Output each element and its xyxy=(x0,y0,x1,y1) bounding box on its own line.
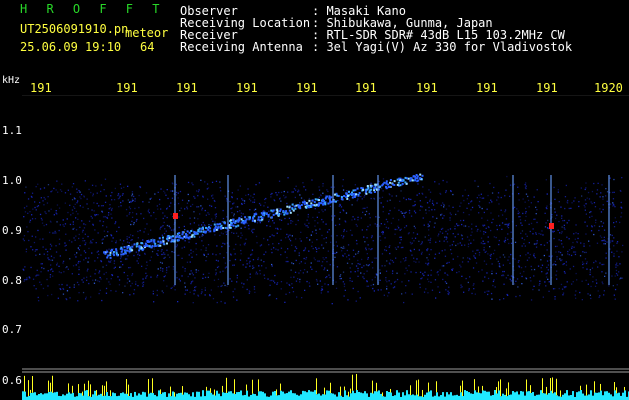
y-tick-label: 1.1 xyxy=(2,124,22,137)
x-tick-label: 191 xyxy=(355,81,377,95)
label-antenna: Receiving Antenna xyxy=(180,40,303,54)
y-tick-label: 1.0 xyxy=(2,174,22,187)
x-tick-label: 191 xyxy=(236,81,258,95)
x-tick-label: 191 xyxy=(296,81,318,95)
x-tick-label: 191 xyxy=(416,81,438,95)
x-tick-label: 191 xyxy=(536,81,558,95)
y-tick-label: 0.7 xyxy=(2,323,22,336)
meteor-echoes xyxy=(173,175,610,285)
x-tick-label: 191 xyxy=(476,81,498,95)
signal-histogram xyxy=(22,371,629,400)
x-tick-label: 191 xyxy=(176,81,198,95)
value-antenna: : 3el Yagi(V) Az 330 for Vladivostok xyxy=(312,40,573,54)
meteor-count: 64 xyxy=(140,40,155,54)
y-tick-label: 0.8 xyxy=(2,274,22,287)
file-name: UT2506091910.pn xyxy=(20,22,129,36)
spectrogram-plot xyxy=(22,95,629,370)
y-tick-label: 0.9 xyxy=(2,224,22,237)
x-tick-label: 191 xyxy=(116,81,138,95)
x-tick-label: 191 xyxy=(30,81,52,95)
file-suffix: meteor xyxy=(125,26,169,40)
noise-band xyxy=(22,175,624,305)
observation-datetime: 25.06.09 19:10 xyxy=(20,40,122,54)
hrofft-spectrogram-window: H R O F F T UT2506091910.pn meteor 25.06… xyxy=(0,0,629,400)
y-tick-label: 0.6 xyxy=(2,374,22,387)
x-tick-label: 1920 xyxy=(594,81,623,95)
y-axis-unit: kHz xyxy=(2,75,21,86)
brand-title: H R O F F T xyxy=(20,2,166,16)
